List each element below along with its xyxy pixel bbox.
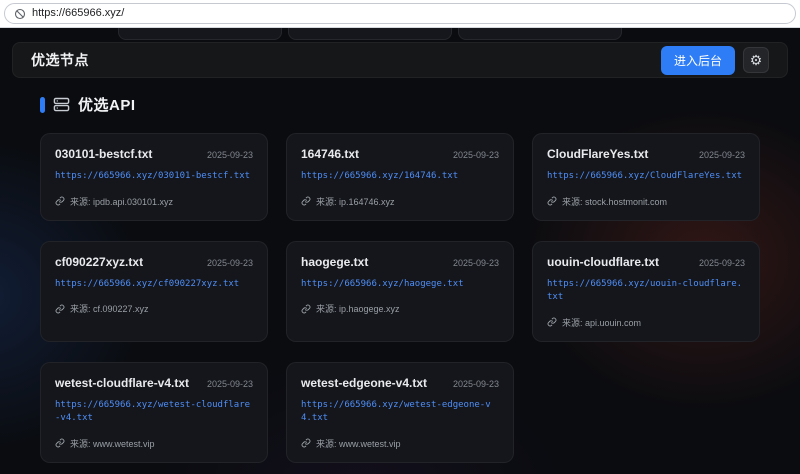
file-source: 来源: ipdb.api.030101.xyz [70,195,173,208]
partial-card [288,28,452,40]
file-source-row: 来源: www.wetest.vip [301,437,499,450]
header-actions: 进入后台 ⚙ [661,46,769,75]
file-source-row: 来源: ipdb.api.030101.xyz [55,195,253,208]
api-card: CloudFlareYes.txt 2025-09-23 https://665… [532,133,760,221]
file-title: wetest-cloudflare-v4.txt [55,376,189,390]
server-stack-icon [53,97,70,112]
file-link[interactable]: https://665966.xyz/wetest-cloudflare-v4.… [55,399,253,426]
gear-icon: ⚙ [750,53,763,67]
file-date: 2025-09-23 [453,258,499,268]
file-title: CloudFlareYes.txt [547,147,648,161]
file-source: 来源: ip.164746.xyz [316,195,395,208]
partial-card [458,28,622,40]
section-accent-bar [40,97,45,113]
page-header: 优选节点 进入后台 ⚙ [12,42,788,78]
url-text: https://665966.xyz/ [32,8,124,19]
file-date: 2025-09-23 [453,379,499,389]
api-card: 164746.txt 2025-09-23 https://665966.xyz… [286,133,514,221]
file-title: 164746.txt [301,147,359,161]
file-source: 来源: www.wetest.vip [316,437,401,450]
file-source-row: 来源: ip.164746.xyz [301,195,499,208]
link-icon [55,304,65,314]
partial-card [118,28,282,40]
file-date: 2025-09-23 [453,150,499,160]
api-card: cf090227xyz.txt 2025-09-23 https://66596… [40,241,268,342]
file-date: 2025-09-23 [699,258,745,268]
api-card: wetest-edgeone-v4.txt 2025-09-23 https:/… [286,362,514,463]
file-title: wetest-edgeone-v4.txt [301,376,427,390]
file-source-row: 来源: cf.090227.xyz [55,302,253,315]
file-source: 来源: stock.hostmonit.com [562,195,667,208]
file-title: 030101-bestcf.txt [55,147,152,161]
file-source-row: 来源: api.uouin.com [547,316,745,329]
file-source-row: 来源: stock.hostmonit.com [547,195,745,208]
file-source-row: 来源: ip.haogege.xyz [301,302,499,315]
file-date: 2025-09-23 [207,258,253,268]
file-link[interactable]: https://665966.xyz/030101-bestcf.txt [55,170,253,184]
section-title: 优选API [78,94,136,115]
api-cards-grid: 030101-bestcf.txt 2025-09-23 https://665… [40,133,760,463]
file-link[interactable]: https://665966.xyz/haogege.txt [301,278,499,292]
file-title: cf090227xyz.txt [55,255,143,269]
address-bar[interactable]: https://665966.xyz/ [4,3,796,24]
api-card: wetest-cloudflare-v4.txt 2025-09-23 http… [40,362,268,463]
section-header: 优选API [40,94,760,115]
link-icon [55,196,65,206]
admin-button[interactable]: 进入后台 [661,46,735,75]
api-card: 030101-bestcf.txt 2025-09-23 https://665… [40,133,268,221]
link-icon [301,438,311,448]
link-icon [547,317,557,327]
settings-button[interactable]: ⚙ [743,47,769,73]
file-date: 2025-09-23 [207,150,253,160]
api-card: uouin-cloudflare.txt 2025-09-23 https://… [532,241,760,342]
file-date: 2025-09-23 [699,150,745,160]
link-icon [301,304,311,314]
page-title: 优选节点 [31,50,89,70]
file-source: 来源: api.uouin.com [562,316,641,329]
file-link[interactable]: https://665966.xyz/164746.txt [301,170,499,184]
file-link[interactable]: https://665966.xyz/cf090227xyz.txt [55,278,253,292]
site-info-icon[interactable] [14,8,26,20]
page-background: 优选节点 进入后台 ⚙ 优选API 030101-bestcf.txt 2025… [0,28,800,474]
link-icon [55,438,65,448]
file-title: haogege.txt [301,255,368,269]
link-icon [301,196,311,206]
file-link[interactable]: https://665966.xyz/uouin-cloudflare.txt [547,278,745,305]
file-date: 2025-09-23 [207,379,253,389]
file-source: 来源: ip.haogege.xyz [316,302,400,315]
file-source: 来源: www.wetest.vip [70,437,155,450]
file-link[interactable]: https://665966.xyz/wetest-edgeone-v4.txt [301,399,499,426]
file-link[interactable]: https://665966.xyz/CloudFlareYes.txt [547,170,745,184]
browser-toolbar: https://665966.xyz/ [0,0,800,28]
file-title: uouin-cloudflare.txt [547,255,659,269]
file-source-row: 来源: www.wetest.vip [55,437,253,450]
link-icon [547,196,557,206]
api-card: haogege.txt 2025-09-23 https://665966.xy… [286,241,514,342]
file-source: 来源: cf.090227.xyz [70,302,149,315]
